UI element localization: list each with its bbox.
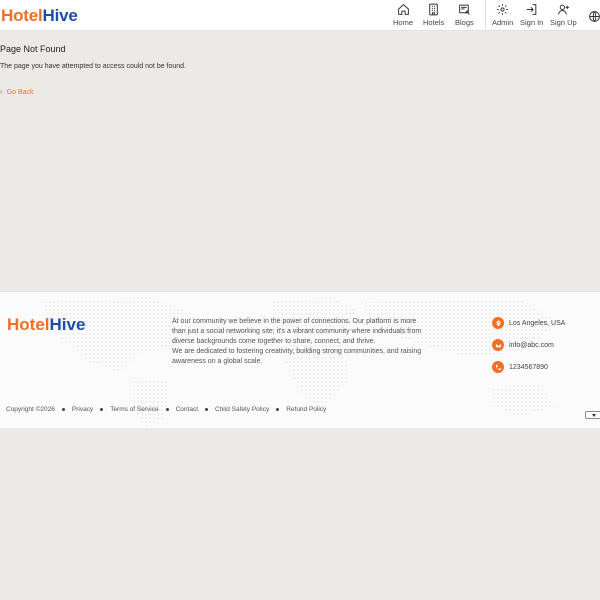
page-title: Page Not Found	[0, 44, 66, 54]
sign-in-icon	[526, 4, 537, 15]
site-footer: HotelHive At our community we believe in…	[0, 291, 600, 428]
nav-admin-label: Admin	[492, 18, 514, 27]
contact-phone-text: 1234567890	[509, 363, 548, 371]
about-paragraph-2: We are dedicated to fostering creativity…	[172, 348, 422, 365]
footer-logo-part2: Hive	[49, 315, 86, 334]
contact-phone[interactable]: 1234567890	[492, 361, 548, 373]
brand-logo-part1: Hotel	[1, 6, 43, 25]
top-navbar: HotelHive Home Hotels Blogs Admin Sign I…	[0, 0, 600, 31]
caret-down-icon	[592, 413, 596, 417]
nav-admin[interactable]: Admin	[492, 3, 513, 29]
footer-brand-logo[interactable]: HotelHive	[7, 315, 85, 335]
footer-about-text: At our community we believe in the power…	[172, 317, 422, 367]
footer-legal-bar: Copyright ©2026 Privacy Terms of Service…	[6, 406, 326, 413]
separator-dot	[100, 408, 104, 411]
separator-dot	[165, 408, 169, 411]
building-icon	[429, 3, 438, 16]
language-dropdown[interactable]	[585, 411, 600, 419]
email-icon	[492, 339, 504, 351]
nav-divider	[485, 0, 486, 30]
go-back-link[interactable]: ‹ Go Back	[0, 88, 34, 96]
blog-icon	[459, 4, 470, 15]
home-icon	[397, 4, 409, 15]
copyright-text: Copyright ©2026	[6, 406, 55, 413]
nav-hotels-label: Hotels	[423, 18, 445, 27]
contact-email[interactable]: info@abc.com	[492, 339, 554, 351]
nav-home[interactable]: Home	[393, 3, 413, 29]
terms-of-service-link[interactable]: Terms of Service	[110, 406, 158, 413]
refund-policy-link[interactable]: Refund Policy	[286, 406, 326, 413]
privacy-link[interactable]: Privacy	[72, 406, 93, 413]
go-back-label: Go Back	[6, 88, 34, 96]
contact-email-text: info@abc.com	[509, 341, 554, 349]
brand-logo[interactable]: HotelHive	[1, 6, 78, 26]
brand-logo-part2: Hive	[42, 6, 78, 25]
nav-blogs[interactable]: Blogs	[455, 3, 474, 29]
gear-icon	[497, 4, 509, 15]
nav-hotels[interactable]: Hotels	[423, 3, 444, 29]
user-plus-icon	[557, 4, 569, 15]
footer-logo-part1: Hotel	[7, 315, 50, 334]
separator-dot	[61, 408, 65, 411]
not-found-message: The page you have attempted to access co…	[0, 63, 187, 70]
contact-link[interactable]: Contact	[176, 406, 198, 413]
separator-dot	[276, 408, 280, 411]
nav-sign-up-label: Sign Up	[550, 18, 577, 27]
contact-location: Los Angeles, USA	[492, 317, 565, 329]
nav-home-label: Home	[393, 18, 414, 27]
contact-location-text: Los Angeles, USA	[509, 319, 566, 327]
nav-sign-in-label: Sign In	[520, 18, 544, 27]
chevron-left-icon: ‹	[0, 87, 3, 96]
separator-dot	[205, 408, 208, 411]
child-safety-policy-link[interactable]: Child Safety Policy	[215, 406, 269, 413]
nav-sign-in[interactable]: Sign In	[520, 3, 543, 29]
about-paragraph-1: At our community we believe in the power…	[172, 318, 422, 345]
language-selector[interactable]	[588, 10, 600, 36]
location-pin-icon	[492, 317, 504, 329]
globe-icon	[589, 11, 600, 22]
phone-icon	[492, 361, 504, 373]
nav-sign-up[interactable]: Sign Up	[550, 3, 577, 29]
nav-blogs-label: Blogs	[455, 18, 474, 27]
